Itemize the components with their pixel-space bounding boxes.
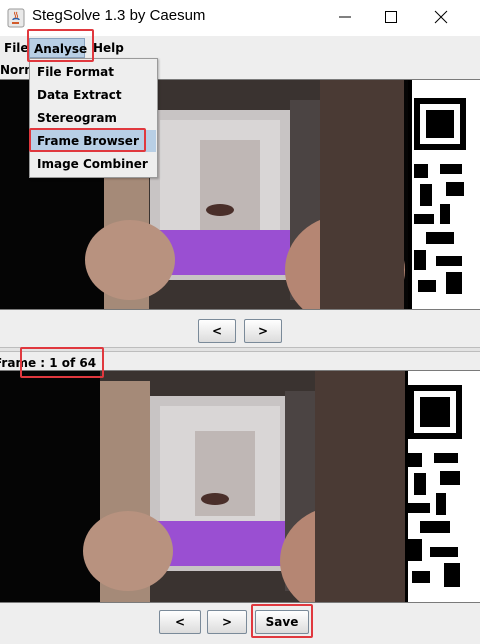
menu-file[interactable]: File bbox=[0, 38, 33, 58]
menu-item-file-format[interactable]: File Format bbox=[31, 61, 156, 83]
save-button[interactable]: Save bbox=[255, 610, 309, 634]
title-bar: StegSolve 1.3 by Caesum bbox=[0, 0, 480, 36]
frame-content bbox=[0, 371, 480, 602]
menu-item-data-extract[interactable]: Data Extract bbox=[31, 84, 156, 106]
analyse-dropdown-menu: File Format Data Extract Stereogram Solv… bbox=[29, 58, 158, 178]
menu-analyse[interactable]: Analyse bbox=[29, 38, 87, 58]
menu-item-stereogram-solver[interactable]: Stereogram Solver bbox=[31, 107, 156, 147]
top-next-button[interactable]: > bbox=[244, 319, 282, 343]
maximize-icon bbox=[385, 11, 397, 23]
frame-next-button[interactable]: > bbox=[207, 610, 247, 634]
close-button[interactable] bbox=[418, 0, 464, 34]
frame-image-view bbox=[0, 370, 480, 603]
menu-item-image-combiner[interactable]: Image Combiner bbox=[31, 153, 156, 175]
top-prev-button[interactable]: < bbox=[198, 319, 236, 343]
minimize-button[interactable] bbox=[322, 0, 368, 34]
maximize-button[interactable] bbox=[368, 0, 414, 34]
java-cup-icon bbox=[7, 8, 25, 28]
frame-counter-label: Frame : 1 of 64 bbox=[0, 356, 97, 370]
frame-prev-button[interactable]: < bbox=[159, 610, 201, 634]
close-icon bbox=[434, 10, 448, 24]
menu-item-frame-browser[interactable]: Frame Browser bbox=[31, 130, 156, 152]
menu-help[interactable]: Help bbox=[89, 38, 128, 58]
menu-bar: File Analyse Help bbox=[0, 36, 480, 58]
window-title: StegSolve 1.3 by Caesum bbox=[32, 7, 206, 24]
minimize-icon bbox=[339, 16, 351, 18]
